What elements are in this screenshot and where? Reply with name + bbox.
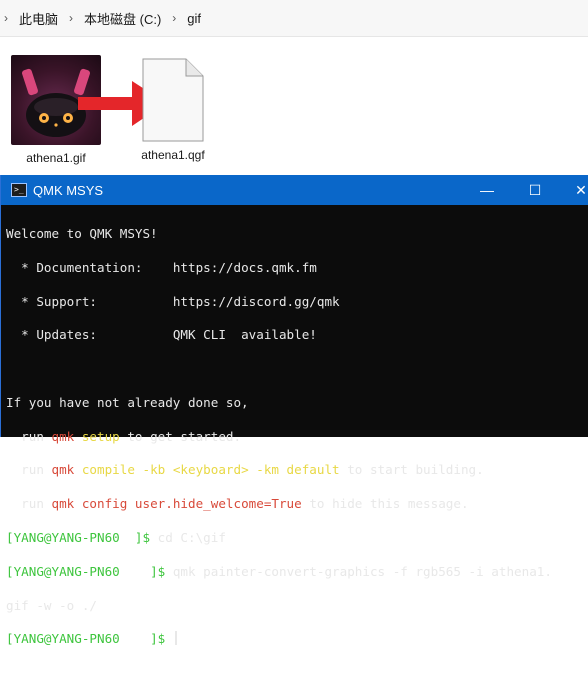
terminal-line: If you have not already done so, xyxy=(6,394,249,410)
terminal-line: run qmk compile -kb <keyboard> -km defau… xyxy=(6,462,484,478)
terminal-line: Welcome to QMK MSYS! xyxy=(6,225,158,241)
breadcrumb: › 此电脑 › 本地磁盘 (C:) › gif xyxy=(0,0,588,37)
minimize-button[interactable]: — xyxy=(467,175,507,205)
file-name: athena1.gif xyxy=(26,151,86,165)
breadcrumb-item-local-disk[interactable]: 本地磁盘 (C:) xyxy=(82,7,163,30)
terminal-line: * Documentation: https://docs.qmk.fm xyxy=(6,259,317,275)
file-list: athena1.gif athena1.qgf xyxy=(0,37,588,175)
terminal-line: * Updates: QMK CLI available! xyxy=(6,327,317,343)
chevron-right-icon[interactable]: › xyxy=(69,11,73,25)
terminal-line: run qmk setup to get started. xyxy=(6,428,242,444)
maximize-button[interactable]: ☐ xyxy=(515,175,555,205)
terminal-output[interactable]: Welcome to QMK MSYS! * Documentation: ht… xyxy=(6,209,588,647)
window-title: QMK MSYS xyxy=(33,182,104,198)
close-button[interactable]: ✕ xyxy=(561,175,588,205)
text-cursor xyxy=(174,631,177,646)
terminal-window[interactable]: >_ QMK MSYS — ☐ ✕ Welcome to QMK MSYS! *… xyxy=(0,175,588,647)
terminal-prompt-line: [YANG@YANG-PN60 ~]$ cd C:\gif xyxy=(6,530,226,546)
chevron-right-icon[interactable]: › xyxy=(4,11,8,25)
file-item-qgf[interactable]: athena1.qgf xyxy=(117,55,229,162)
breadcrumb-item-gif[interactable]: gif xyxy=(185,9,203,28)
terminal-titlebar[interactable]: >_ QMK MSYS — ☐ ✕ xyxy=(1,175,588,205)
document-icon xyxy=(142,58,204,142)
breadcrumb-item-this-pc[interactable]: 此电脑 xyxy=(17,7,60,30)
file-name: athena1.qgf xyxy=(141,148,205,162)
terminal-prompt-line: [YANG@YANG-PN60 gif]$ qmk painter-conver… xyxy=(6,563,552,579)
terminal-icon: >_ xyxy=(11,183,27,197)
terminal-line: * Support: https://discord.gg/qmk xyxy=(6,293,340,309)
chevron-right-icon[interactable]: › xyxy=(172,11,176,25)
terminal-line: gif -w -o ./ xyxy=(6,597,97,613)
terminal-line: run qmk config user.hide_welcome=True to… xyxy=(6,496,469,512)
terminal-prompt-line: [YANG@YANG-PN60 gif]$ xyxy=(6,631,588,648)
